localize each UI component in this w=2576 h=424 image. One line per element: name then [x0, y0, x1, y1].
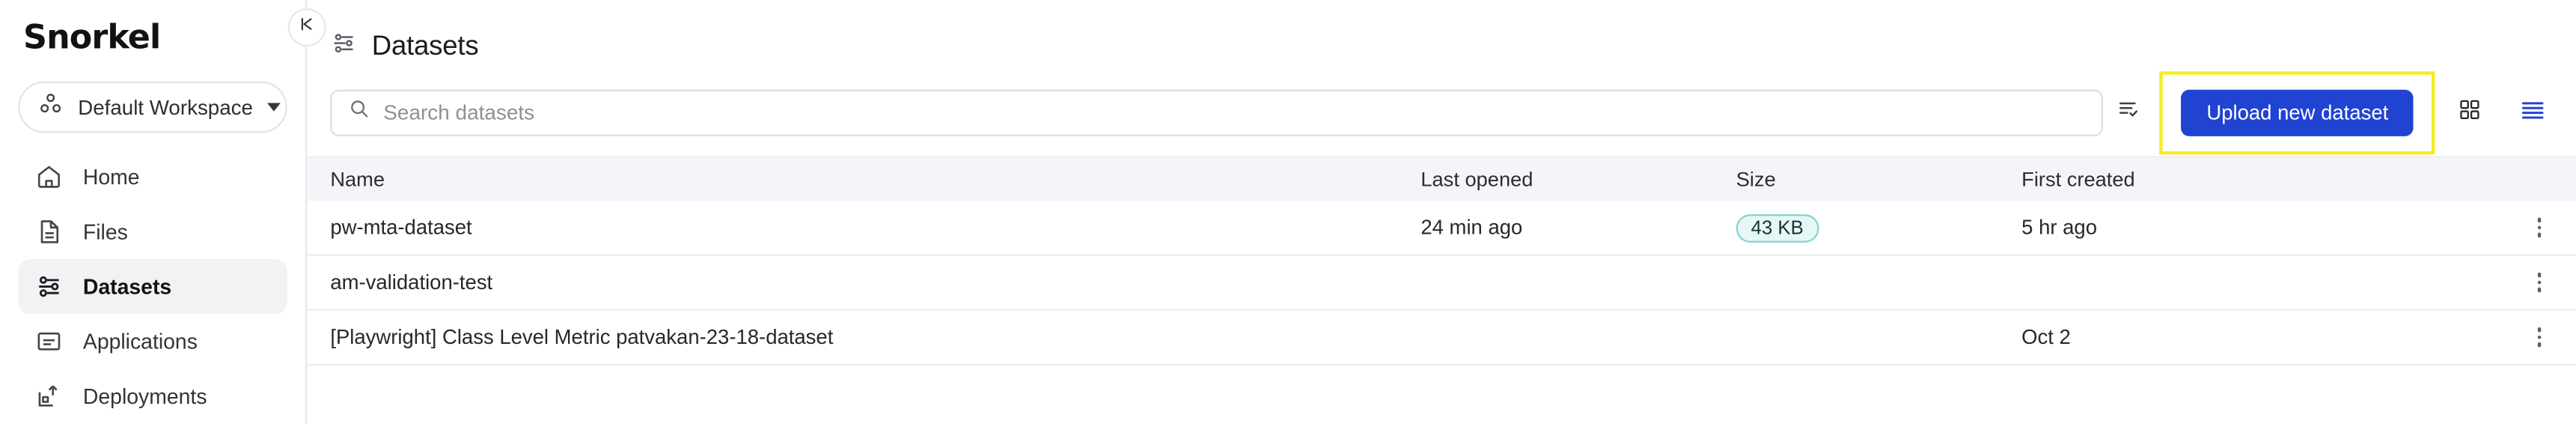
column-header-last-opened[interactable]: Last opened	[1420, 168, 1736, 191]
cell-size: 43 KB	[1736, 213, 2021, 242]
table-row[interactable]: [Playwright] Class Level Metric patvakan…	[307, 310, 2576, 366]
brand-logo[interactable]: Snorkel	[0, 0, 305, 67]
sliders-icon	[330, 30, 356, 65]
table-row[interactable]: am-validation-test	[307, 255, 2576, 311]
sidebar: Snorkel Default Workspace Home Files Dat…	[0, 0, 326, 424]
sidebar-item-datasets[interactable]: Datasets	[18, 258, 287, 315]
row-menu-icon[interactable]	[2531, 321, 2548, 354]
cell-dataset-name[interactable]: [Playwright] Class Level Metric patvakan…	[307, 326, 1420, 349]
workspace-selector[interactable]: Default Workspace	[18, 81, 287, 133]
sidebar-nav: Home Files Datasets Applications Deploym…	[0, 150, 305, 424]
application-icon	[35, 327, 64, 356]
column-header-first-created[interactable]: First created	[2021, 168, 2503, 191]
cell-last-opened: 24 min ago	[1420, 216, 1523, 240]
upload-highlight-box: Upload new dataset	[2160, 71, 2435, 155]
list-view-icon	[2519, 96, 2545, 131]
sort-lines-check-icon	[2116, 97, 2140, 130]
main-content: Datasets Upload new dataset	[307, 0, 2576, 424]
cell-first-created: 5 hr ago	[2021, 216, 2097, 240]
sidebar-item-files[interactable]: Files	[18, 205, 287, 259]
sidebar-item-home[interactable]: Home	[18, 150, 287, 205]
file-icon	[35, 218, 64, 246]
grid-view-icon	[2458, 97, 2481, 129]
search-input[interactable]	[383, 91, 2086, 135]
brand-logo-text: Snorkel	[23, 16, 161, 57]
app-root: Snorkel Default Workspace Home Files Dat…	[0, 0, 2576, 424]
cell-first-created: Oct 2	[2021, 325, 2071, 349]
page-header: Datasets	[307, 0, 2576, 73]
view-mode-switcher	[2445, 88, 2558, 139]
search-box[interactable]	[330, 89, 2104, 136]
collapse-sidebar-button[interactable]	[287, 8, 326, 47]
sidebar-item-label: Datasets	[82, 273, 172, 300]
sliders-icon	[35, 273, 64, 301]
workspace-circles-icon	[38, 91, 63, 124]
page-title: Datasets	[371, 31, 479, 62]
chevron-down-icon	[267, 103, 281, 112]
workspace-label: Default Workspace	[78, 95, 253, 119]
datasets-table: Name Last opened Size First created pw-m…	[307, 156, 2576, 366]
column-header-size[interactable]: Size	[1736, 168, 2021, 191]
size-badge: 43 KB	[1736, 213, 1819, 242]
table-header-row: Name Last opened Size First created	[307, 156, 2576, 202]
search-icon	[349, 98, 370, 128]
sidebar-item-deployments[interactable]: Deployments	[18, 369, 287, 423]
sort-button[interactable]	[2104, 88, 2154, 139]
row-menu-icon[interactable]	[2531, 267, 2548, 299]
sidebar-item-label: Applications	[82, 329, 198, 354]
sidebar-item-applications[interactable]: Applications	[18, 314, 287, 369]
deployment-icon	[35, 382, 64, 411]
home-icon	[35, 163, 64, 191]
cell-dataset-name[interactable]: am-validation-test	[307, 270, 1420, 294]
column-header-name[interactable]: Name	[307, 168, 1420, 191]
sidebar-item-label: Home	[82, 164, 140, 190]
sidebar-item-label: Files	[82, 219, 128, 245]
sidebar-item-label: Deployments	[82, 384, 207, 409]
upload-new-dataset-button[interactable]: Upload new dataset	[2182, 89, 2414, 136]
collapse-left-icon	[296, 13, 318, 43]
cell-dataset-name[interactable]: pw-mta-dataset	[307, 216, 1420, 239]
table-row[interactable]: pw-mta-dataset 24 min ago 43 KB 5 hr ago	[307, 201, 2576, 256]
grid-view-button[interactable]	[2445, 88, 2495, 139]
row-menu-icon[interactable]	[2531, 212, 2548, 244]
list-view-button[interactable]	[2508, 88, 2558, 139]
toolbar: Upload new dataset	[307, 71, 2576, 155]
